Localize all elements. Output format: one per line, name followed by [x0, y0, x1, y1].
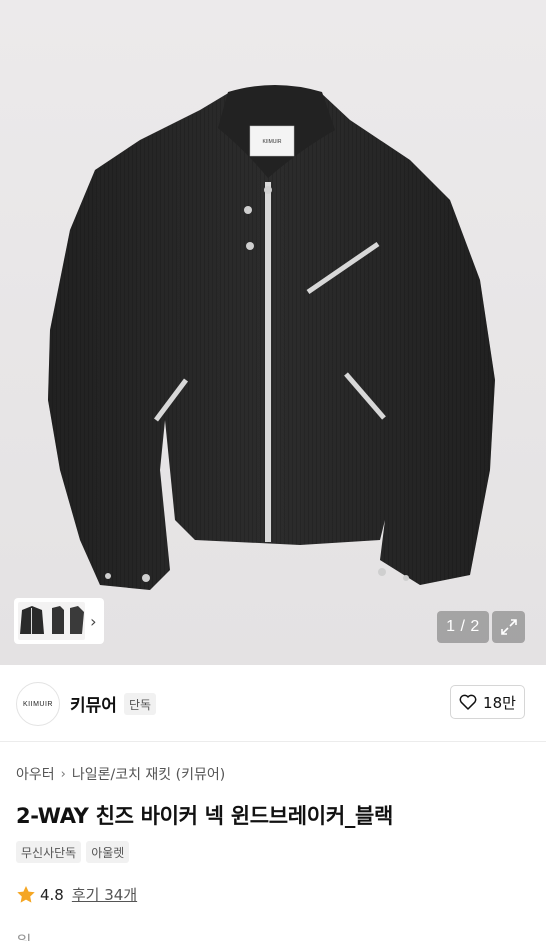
brand-row[interactable]: KIIMUIR 키뮤어 단독 18만: [0, 665, 546, 742]
breadcrumb: 아우터 › 나일론/코치 재킷 (키뮤어): [16, 764, 225, 784]
review-link[interactable]: 후기 34개: [72, 884, 137, 905]
breadcrumb-item-category[interactable]: 나일론/코치 재킷 (키뮤어): [72, 764, 225, 784]
thumbnail-strip[interactable]: ›: [14, 598, 104, 644]
like-button[interactable]: 18만: [450, 685, 525, 719]
rating-row: 4.8 후기 34개: [16, 884, 137, 905]
thumbnail-jacket-icon: [20, 606, 84, 634]
exclusive-tag: 단독: [124, 693, 157, 715]
heart-icon: [459, 694, 477, 710]
badge-outlet: 아울렛: [86, 841, 130, 863]
product-title: 2-WAY 친즈 바이커 넥 윈드브레이커_블랙: [16, 804, 394, 828]
product-image: KIIMUIR: [48, 85, 495, 590]
svg-text:KIIMUIR: KIIMUIR: [263, 139, 282, 145]
star-icon: [17, 886, 35, 903]
breadcrumb-item-outer[interactable]: 아우터: [16, 764, 55, 784]
rating-value: 4.8: [40, 885, 64, 904]
price-row: 원: [16, 928, 32, 941]
like-count: 18만: [483, 693, 516, 712]
badge-musinsa-exclusive: 무신사단독: [16, 841, 82, 863]
chevron-right-icon: ›: [60, 766, 66, 782]
price-text: 원: [16, 928, 32, 941]
thumbnail-image[interactable]: [18, 602, 85, 640]
expand-icon: [500, 619, 517, 635]
chevron-right-icon[interactable]: ›: [87, 602, 100, 640]
brand-logo[interactable]: KIIMUIR: [16, 682, 60, 726]
product-badges: 무신사단독 아울렛: [16, 841, 130, 863]
product-image-gallery[interactable]: KIIMUIR › 1 / 2: [0, 0, 546, 665]
image-pager: 1 / 2: [437, 611, 489, 643]
brand-name[interactable]: 키뮤어: [70, 691, 117, 716]
expand-button[interactable]: [492, 611, 525, 643]
